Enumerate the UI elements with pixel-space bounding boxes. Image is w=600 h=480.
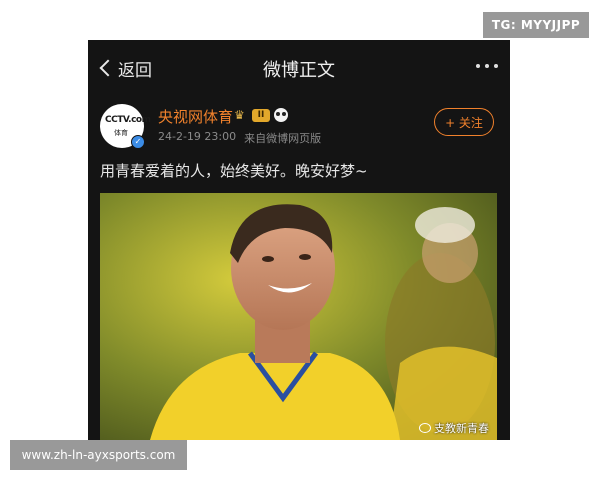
weibo-post-screen: 返回 微博正文 CCTV.com 体育 ✓ 央视网体育 ♛ II 24-2-19… <box>88 40 510 440</box>
avatar-logo-subtext: 体育 <box>114 129 128 137</box>
follow-button[interactable]: + 关注 <box>434 108 494 136</box>
image-credit-text: 支教新青春 <box>434 422 489 435</box>
tg-watermark: TG: MYYJJPP <box>483 12 589 38</box>
image-credit: 支教新青春 <box>419 420 489 436</box>
level-badge: II <box>252 108 270 122</box>
panda-icon <box>274 108 288 122</box>
post-meta: 24-2-19 23:00 来自微博网页版 <box>158 130 321 146</box>
post-text: 用青春爱着的人，始终美好。晚安好梦~ <box>100 162 368 180</box>
weibo-icon <box>419 423 431 433</box>
verified-icon: ✓ <box>131 135 145 149</box>
top-nav-bar: 返回 微博正文 <box>88 40 510 96</box>
author-badges: ♛ II <box>234 108 288 122</box>
post-source: 来自微博网页版 <box>244 132 322 145</box>
site-watermark: www.zh-ln-ayxsports.com <box>10 440 187 470</box>
author-name[interactable]: 央视网体育 <box>158 106 233 127</box>
more-dots-icon[interactable] <box>476 64 498 68</box>
page-title: 微博正文 <box>263 60 335 81</box>
avatar-logo-text: CCTV.com <box>105 115 151 125</box>
author-header: CCTV.com 体育 ✓ 央视网体育 ♛ II 24-2-19 23:00 来… <box>100 104 500 150</box>
post-timestamp: 24-2-19 23:00 <box>158 130 237 143</box>
post-image[interactable]: 支教新青春 <box>100 193 497 440</box>
crown-icon: ♛ <box>234 108 245 122</box>
player-photo <box>100 193 497 440</box>
avatar[interactable]: CCTV.com 体育 ✓ <box>100 104 151 149</box>
